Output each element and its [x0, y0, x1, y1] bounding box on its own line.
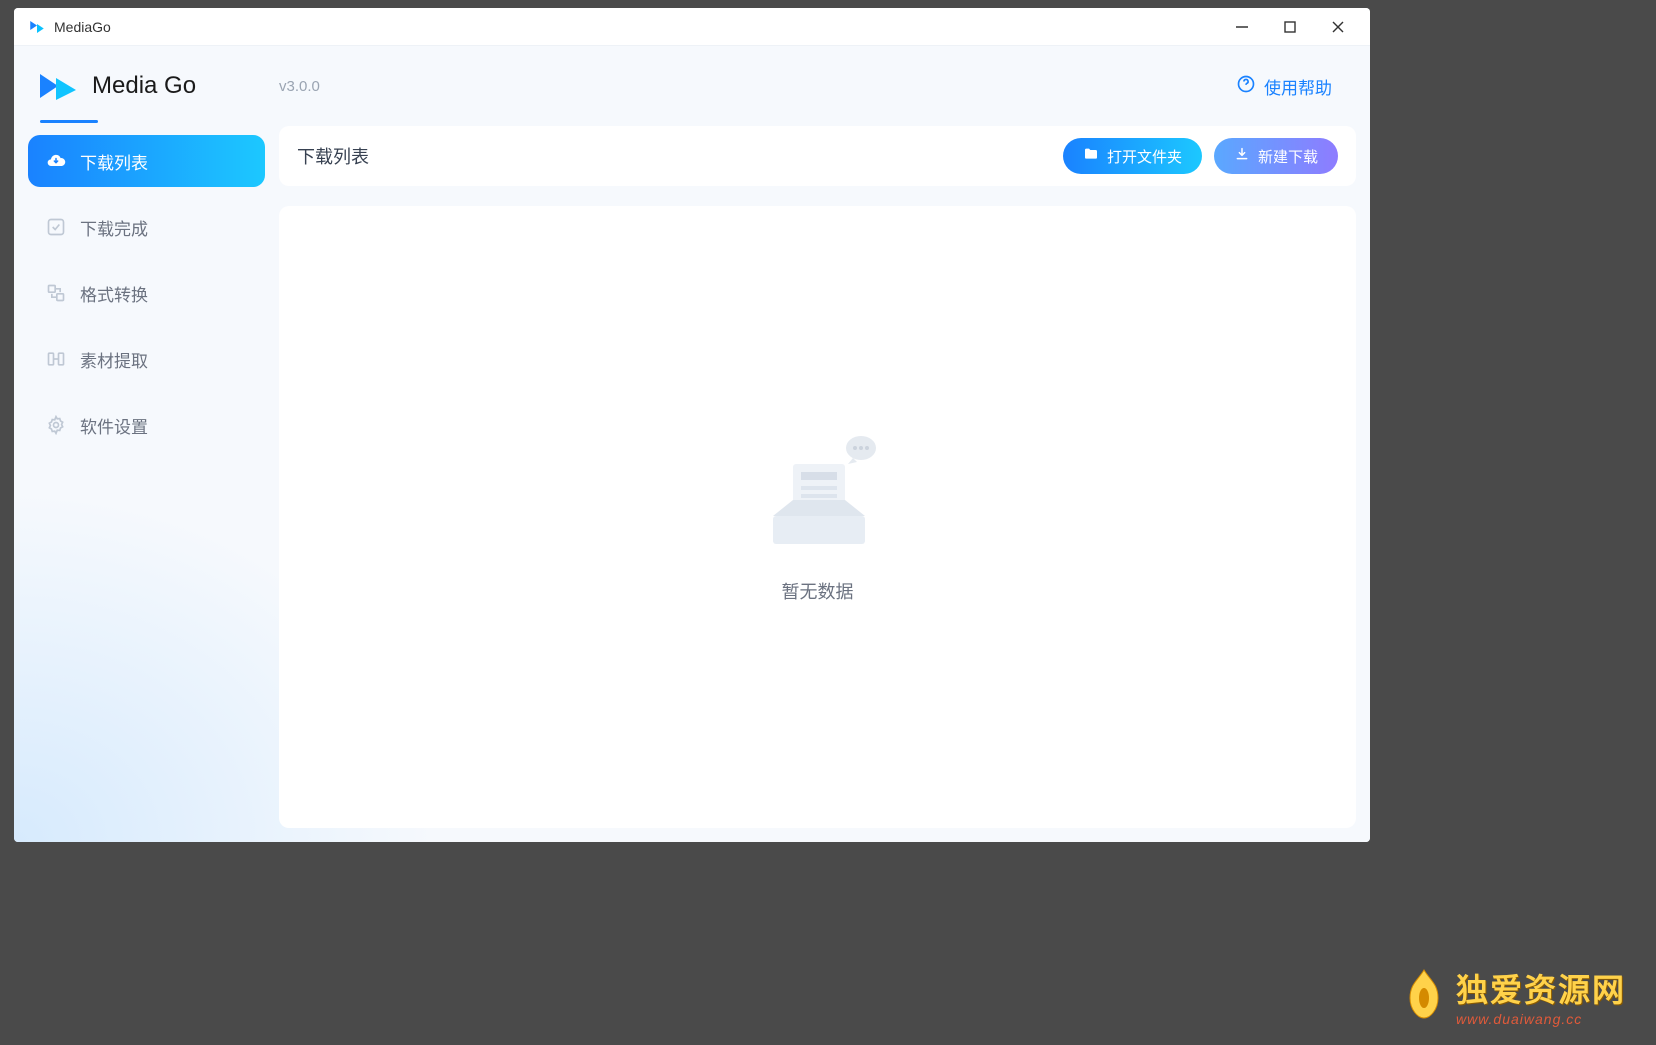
window-controls [1232, 17, 1356, 37]
watermark-url: www.duaiwang.cc [1456, 1011, 1582, 1027]
titlebar-title: MediaGo [54, 19, 111, 35]
convert-icon [46, 283, 66, 303]
cloud-download-icon [46, 151, 66, 171]
watermark-text: 独爱资源网 www.duaiwang.cc [1456, 965, 1626, 1027]
app-logo-icon [38, 70, 78, 102]
watermark-title: 独爱资源网 [1456, 965, 1626, 1011]
empty-state-text: 暂无数据 [782, 578, 854, 604]
app-window: MediaGo Media Go [14, 8, 1370, 842]
close-button[interactable] [1328, 17, 1348, 37]
extract-icon [46, 349, 66, 369]
check-square-icon [46, 217, 66, 237]
new-download-button[interactable]: 新建下载 [1214, 138, 1338, 174]
watermark: 独爱资源网 www.duaiwang.cc [1402, 965, 1626, 1027]
help-icon [1236, 74, 1256, 99]
maximize-button[interactable] [1280, 17, 1300, 37]
sidebar-item-label: 格式转换 [80, 281, 148, 306]
help-link[interactable]: 使用帮助 [1236, 74, 1332, 99]
sidebar-item-settings[interactable]: 软件设置 [28, 399, 265, 451]
content-area: Media Go 下载列表 下载完成 [14, 46, 1370, 842]
sidebar-item-extract[interactable]: 素材提取 [28, 333, 265, 385]
sidebar-item-label: 素材提取 [80, 347, 148, 372]
new-download-label: 新建下载 [1258, 146, 1318, 167]
app-logo-icon [28, 18, 46, 36]
left-column: Media Go 下载列表 下载完成 [14, 46, 279, 842]
titlebar: MediaGo [14, 8, 1370, 46]
toolbar-title: 下载列表 [297, 143, 369, 169]
gear-icon [46, 415, 66, 435]
minimize-button[interactable] [1232, 17, 1252, 37]
sidebar: 下载列表 下载完成 格式转换 [14, 135, 279, 465]
folder-icon [1083, 146, 1099, 166]
app-header-left: Media Go [14, 46, 279, 126]
app-header-right: v3.0.0 使用帮助 [279, 46, 1356, 126]
main-panel: 暂无数据 [279, 206, 1356, 828]
sidebar-item-label: 软件设置 [80, 413, 148, 438]
app-name: Media Go [92, 72, 196, 100]
help-label: 使用帮助 [1264, 74, 1332, 99]
empty-illustration [753, 430, 883, 560]
right-column: v3.0.0 使用帮助 下载列表 打开文件夹 [279, 46, 1370, 842]
sidebar-item-label: 下载完成 [80, 215, 148, 240]
download-icon [1234, 146, 1250, 166]
app-version: v3.0.0 [279, 78, 320, 95]
watermark-logo-icon [1402, 968, 1446, 1025]
toolbar-actions: 打开文件夹 新建下载 [1063, 138, 1338, 174]
sidebar-item-convert[interactable]: 格式转换 [28, 267, 265, 319]
open-folder-label: 打开文件夹 [1107, 146, 1182, 167]
logo-underline [40, 120, 98, 123]
toolbar: 下载列表 打开文件夹 新建下载 [279, 126, 1356, 186]
sidebar-item-download-list[interactable]: 下载列表 [28, 135, 265, 187]
open-folder-button[interactable]: 打开文件夹 [1063, 138, 1202, 174]
sidebar-item-download-complete[interactable]: 下载完成 [28, 201, 265, 253]
sidebar-item-label: 下载列表 [80, 149, 148, 174]
